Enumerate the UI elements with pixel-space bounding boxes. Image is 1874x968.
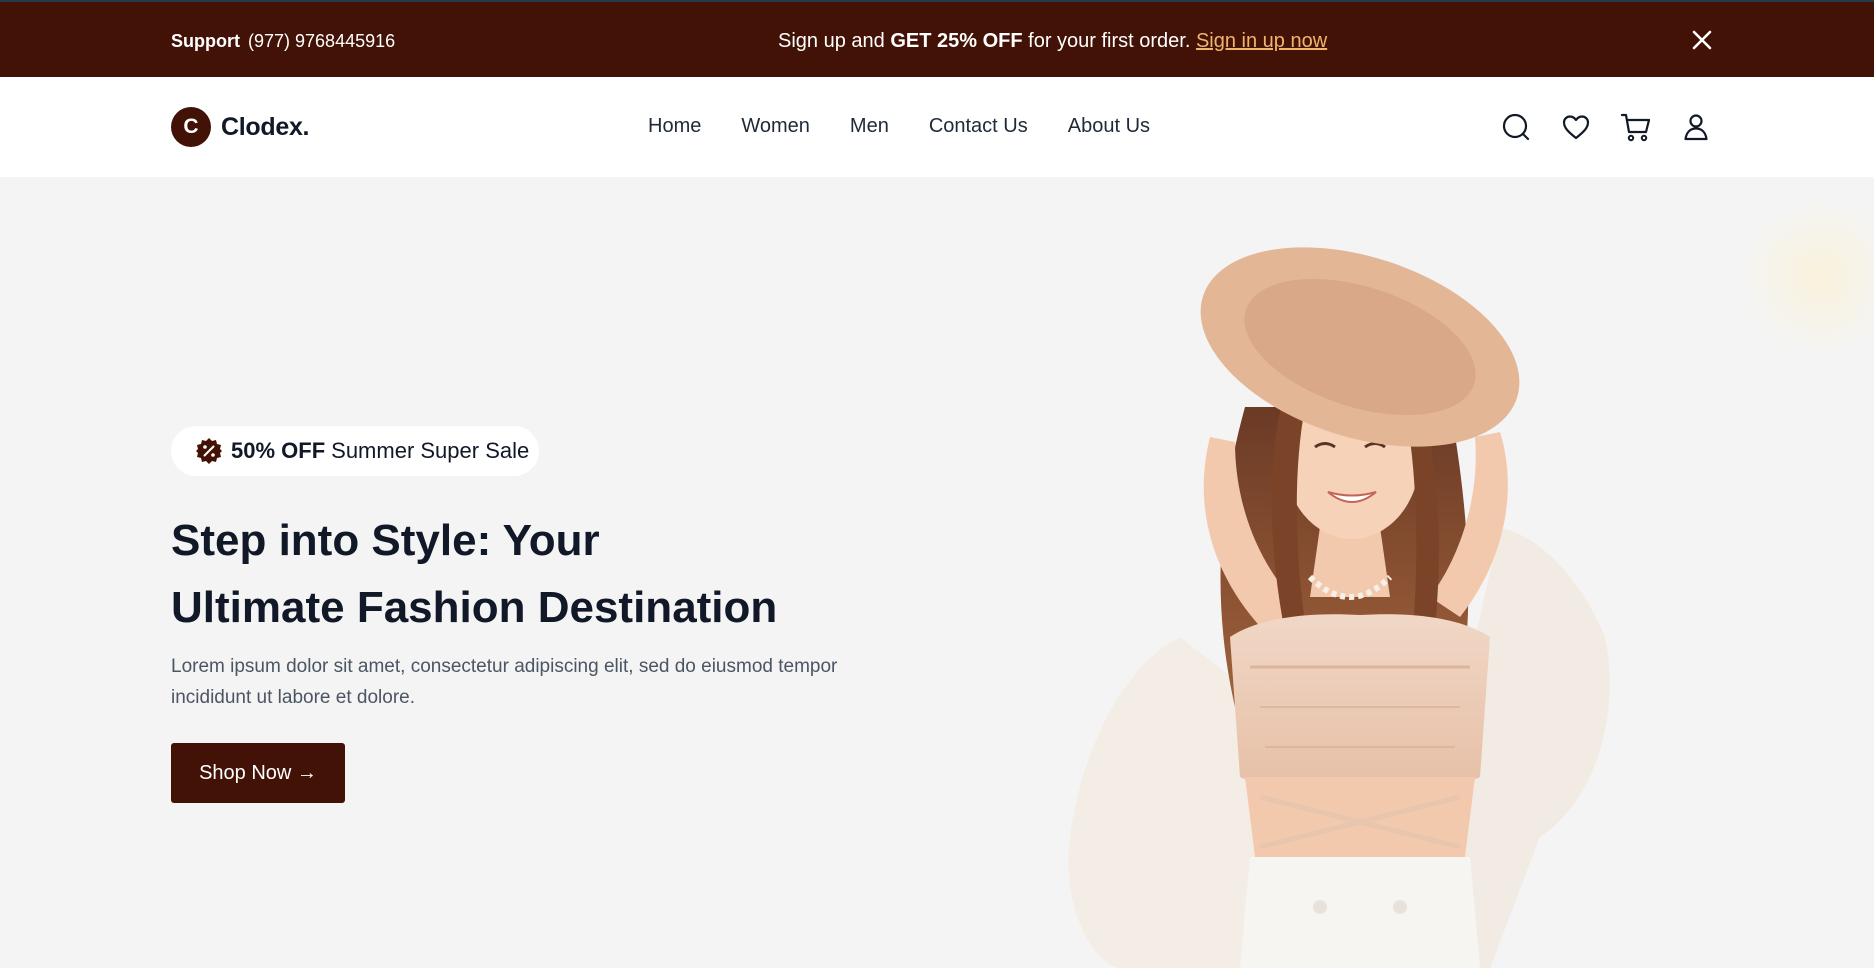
nav-men[interactable]: Men (850, 115, 889, 138)
badge-discount: 50% OFF (231, 438, 326, 463)
heart-icon[interactable] (1560, 111, 1592, 143)
announcement-bar: Support (977) 9768445916 Sign up and GET … (0, 0, 1874, 77)
nav-women[interactable]: Women (741, 115, 810, 138)
badge-text: Summer Super Sale (331, 438, 530, 463)
support-label: Support (171, 31, 240, 51)
main-navbar: C Clodex. Home Women Men Contact Us Abou… (0, 77, 1874, 177)
cart-icon[interactable] (1620, 111, 1652, 143)
promo-prefix: Sign up and (778, 30, 891, 52)
nav-contact-us[interactable]: Contact Us (929, 115, 1028, 138)
user-icon[interactable] (1680, 111, 1712, 143)
support-info: Support (977) 9768445916 (171, 31, 395, 52)
hero-section: 50% OFF Summer Super Sale Step into Style… (0, 177, 1874, 968)
shop-now-button[interactable]: Shop Now → (171, 743, 345, 803)
nav-home[interactable]: Home (648, 115, 701, 138)
headline-line-2: Ultimate Fashion Destination (171, 583, 778, 632)
nav-links: Home Women Men Contact Us About Us (648, 115, 1190, 138)
nav-icons (1500, 111, 1740, 143)
close-icon[interactable] (1690, 28, 1714, 52)
hero-description: Lorem ipsum dolor sit amet, consectetur … (171, 656, 838, 708)
nav-about-us[interactable]: About Us (1068, 115, 1150, 138)
promo-message: Sign up and GET 25% OFF for your first o… (778, 30, 1327, 53)
sale-badge: 50% OFF Summer Super Sale (171, 426, 539, 476)
search-icon[interactable] (1500, 111, 1532, 143)
discount-icon (196, 438, 222, 464)
support-phone: (977) 9768445916 (248, 31, 396, 51)
brand-logo[interactable]: C Clodex. (171, 107, 310, 147)
signup-link[interactable]: Sign in up now (1196, 30, 1327, 52)
logo-mark: C (171, 107, 211, 147)
decorative-glow (1740, 197, 1874, 357)
headline-line-1: Step into Style: Your (171, 516, 600, 565)
brand-name: Clodex. (221, 112, 310, 141)
hero-headline: Step into Style: Your Ultimate Fashion D… (171, 507, 891, 641)
hero-model-image (1068, 247, 1610, 968)
promo-suffix: for your first order. (1022, 30, 1196, 52)
promo-bold: GET 25% OFF (890, 30, 1023, 52)
